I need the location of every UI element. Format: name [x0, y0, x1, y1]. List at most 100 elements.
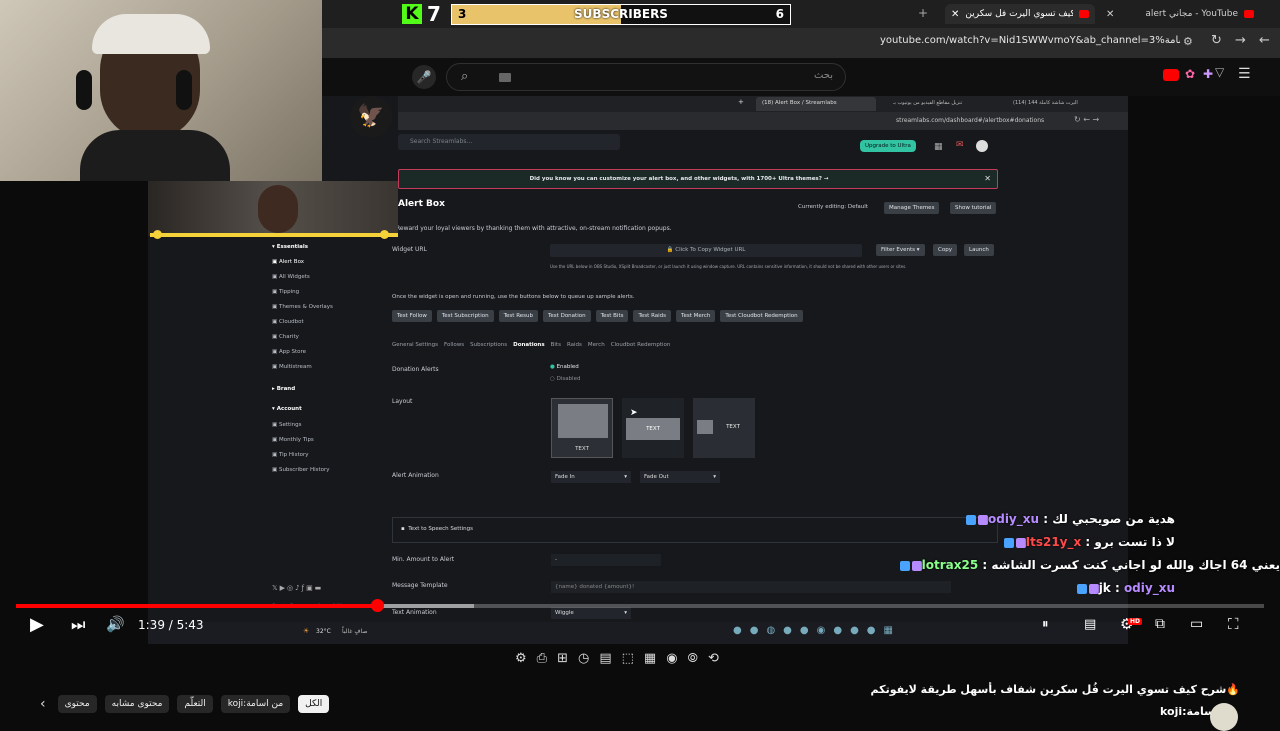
- search-placeholder: بحث: [813, 70, 833, 81]
- chat-username: odiy_xu: [1123, 581, 1175, 595]
- filter-chip[interactable]: الكل: [298, 695, 330, 713]
- gear-icon[interactable]: ⚙: [515, 651, 527, 666]
- sidebar-item-icon: ▣: [272, 349, 279, 355]
- chat-message-text: يعني 64 اجاك والله لو اجاني كنت كسرت الش…: [991, 558, 1280, 572]
- site-settings-icon[interactable]: ⚙: [1183, 35, 1193, 48]
- loop-icon[interactable]: ▤: [599, 651, 611, 666]
- chat-badge-icon: [1015, 537, 1026, 548]
- search-input[interactable]: ⌕ بحث: [446, 63, 846, 91]
- new-tab-icon[interactable]: +: [918, 6, 928, 20]
- tab-label: alert مجاني - YouTube: [1145, 9, 1238, 19]
- account-item: ▣ Monthly Tips: [272, 437, 314, 443]
- search-icon[interactable]: ⌕: [461, 69, 468, 84]
- progress-bar[interactable]: [16, 604, 1264, 608]
- alert-type-tabs: General Settings Follows Subscriptions Dona…: [392, 342, 670, 348]
- back-icon[interactable]: ←: [1259, 33, 1270, 48]
- menu-icon[interactable]: ☰: [1238, 66, 1251, 82]
- social-icons: 𝕏▶◎♪ƒ▣▬: [272, 584, 324, 592]
- test-alert-button: Test Subscription: [436, 310, 494, 322]
- add-icon[interactable]: ⊞: [557, 651, 568, 666]
- filter-chip[interactable]: koji:من اسامة: [220, 695, 291, 713]
- close-icon[interactable]: ✕: [1106, 9, 1114, 20]
- chip-scroll-left-icon[interactable]: ‹: [40, 696, 46, 712]
- close-icon[interactable]: ✕: [951, 9, 959, 20]
- youtube-extension-icon[interactable]: [1163, 69, 1179, 81]
- face: [258, 185, 298, 233]
- kick-count: 7: [427, 2, 441, 26]
- test-alert-button: Test Bits: [595, 310, 629, 322]
- eye-icon[interactable]: ◉: [666, 651, 677, 666]
- inner-tab-new-icon: +: [738, 98, 744, 106]
- alert-animation-label: Alert Animation: [392, 472, 439, 479]
- cap: [92, 14, 210, 54]
- reload-icon[interactable]: ↻: [1211, 33, 1222, 48]
- page-title: Alert Box: [398, 199, 445, 209]
- disabled-radio: ○ Disabled: [550, 376, 581, 382]
- test-alert-button: Test Resub: [498, 310, 538, 322]
- chip-bar: ‹ محتوى محتوى مشابه التعلّم koji:من اسامة الك…: [40, 695, 330, 713]
- tab-label: شرح كيف تسوي اليرت فل سكرين: [965, 9, 1073, 19]
- divider-knob: [380, 230, 389, 239]
- video-title[interactable]: شرح كيف تسوي اليرت فُل سكرين شفاف بأسهل …: [760, 683, 1240, 696]
- sidebar-heading: ▾ Essentials: [272, 244, 309, 250]
- headphone: [176, 70, 192, 110]
- filter-chip[interactable]: محتوى مشابه: [104, 695, 170, 713]
- taskbar-app-icons: ●●◍●●◉●●●▦: [733, 625, 901, 636]
- filter-chip[interactable]: التعلّم: [177, 695, 213, 713]
- chat-username: Its21y_x: [1025, 535, 1082, 549]
- layout-option-stacked: TEXT: [551, 398, 613, 458]
- miniplayer-icon[interactable]: ⧉: [1155, 616, 1165, 632]
- speed-icon[interactable]: ◷: [578, 651, 589, 666]
- browser-tab[interactable]: ✕ alert مجاني - YouTube: [1100, 4, 1260, 24]
- clip-icon[interactable]: ▦: [644, 651, 656, 666]
- webcam-feed-secondary: [148, 181, 398, 236]
- address-bar-url[interactable]: youtube.com/watch?v=Nid1SWWvmoY&ab_chann…: [880, 35, 1180, 46]
- account-item: ▣ Tip History: [272, 452, 308, 458]
- repeat-icon[interactable]: ⟲: [708, 651, 719, 666]
- browser-tab-active[interactable]: ✕ شرح كيف تسوي اليرت فل سكرين: [945, 4, 1095, 24]
- subscriber-goal-bar: 3 SUBSCRIBERS 6: [451, 4, 791, 25]
- play-icon[interactable]: ▶: [30, 614, 44, 635]
- filter-icon[interactable]: ▽: [1215, 65, 1224, 79]
- filter-chip[interactable]: محتوى: [57, 695, 97, 713]
- sidebar-item-label: Cloudbot: [278, 319, 304, 325]
- fullscreen-icon[interactable]: ⛶: [1228, 615, 1239, 633]
- extension-icon[interactable]: ✿: [1185, 67, 1195, 81]
- tts-label: ▪ Text to Speech Settings: [401, 526, 473, 532]
- sidebar-item-icon: ▣: [272, 274, 279, 280]
- channel-avatar[interactable]: [1210, 703, 1238, 731]
- crop-icon[interactable]: ⬚: [622, 651, 634, 666]
- audio-icon[interactable]: ⦾: [688, 651, 698, 666]
- scrubber-handle[interactable]: [370, 599, 384, 612]
- chat-separator: :: [978, 558, 992, 572]
- weather-temp: 32°C: [316, 628, 331, 635]
- ultra-banner: Did you know you can customize your aler…: [398, 169, 998, 189]
- autoplay-toggle-icon[interactable]: ⏸: [1042, 617, 1049, 632]
- chat-badge-icon: [911, 560, 922, 571]
- volume-icon[interactable]: 🔊: [106, 615, 125, 633]
- puzzle-icon[interactable]: ✚: [1203, 67, 1213, 81]
- microphone-icon[interactable]: 🎤: [412, 65, 436, 89]
- alert-type-tab: General Settings: [392, 342, 438, 348]
- donation-alerts-label: Donation Alerts: [392, 366, 439, 373]
- layout-text: TEXT: [626, 418, 680, 440]
- ultra-banner-text: Did you know you can customize your aler…: [529, 176, 829, 182]
- forward-icon[interactable]: →: [1235, 33, 1246, 48]
- close-icon: ✕: [984, 174, 991, 183]
- sidebar-item: ▣ Cloudbot: [272, 319, 304, 325]
- alert-type-tab: Raids: [566, 342, 582, 348]
- chat-message: هدية من صويحبي لك : odiy_xu: [964, 512, 1175, 526]
- camera-icon[interactable]: ⎙: [537, 651, 547, 666]
- avatar: [976, 140, 988, 152]
- theater-mode-icon[interactable]: ▭: [1190, 616, 1203, 632]
- extension-toolbar: ⚙ ⎙ ⊞ ◷ ▤ ⬚ ▦ ◉ ⦾ ⟲: [515, 651, 719, 666]
- min-amount-input: -: [551, 554, 661, 566]
- keyboard-icon[interactable]: [499, 73, 511, 82]
- chat-message-text: لا ذا تست برو: [1094, 535, 1175, 549]
- next-icon[interactable]: ⏭: [71, 615, 85, 635]
- streamlabs-sidebar: ▾ Essentials ▣ Alert Box ▣ All Widgets ▣ T…: [266, 234, 396, 644]
- subtitles-icon[interactable]: ▤: [1084, 617, 1096, 632]
- widget-url-field: 🔒 Click To Copy Widget URL: [550, 244, 862, 257]
- chat-message: jk : odiy_xu: [1075, 581, 1175, 595]
- alert-type-tab: Donations: [513, 342, 545, 348]
